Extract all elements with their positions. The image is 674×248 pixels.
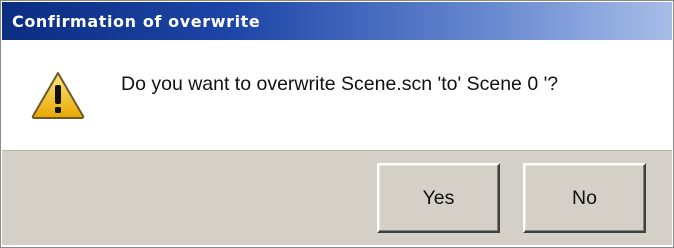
- title-bar[interactable]: Confirmation of overwrite: [2, 2, 672, 40]
- no-button[interactable]: No: [523, 163, 646, 233]
- confirmation-message: Do you want to overwrite Scene.scn 'to' …: [121, 73, 559, 95]
- dialog-title: Confirmation of overwrite: [12, 11, 261, 31]
- dialog-content: Do you want to overwrite Scene.scn 'to' …: [2, 40, 672, 150]
- button-bar: Yes No: [2, 150, 672, 245]
- warning-icon: [31, 72, 85, 119]
- overwrite-confirmation-dialog: Confirmation of overwrite Do you want to…: [0, 0, 674, 248]
- yes-button[interactable]: Yes: [377, 163, 500, 233]
